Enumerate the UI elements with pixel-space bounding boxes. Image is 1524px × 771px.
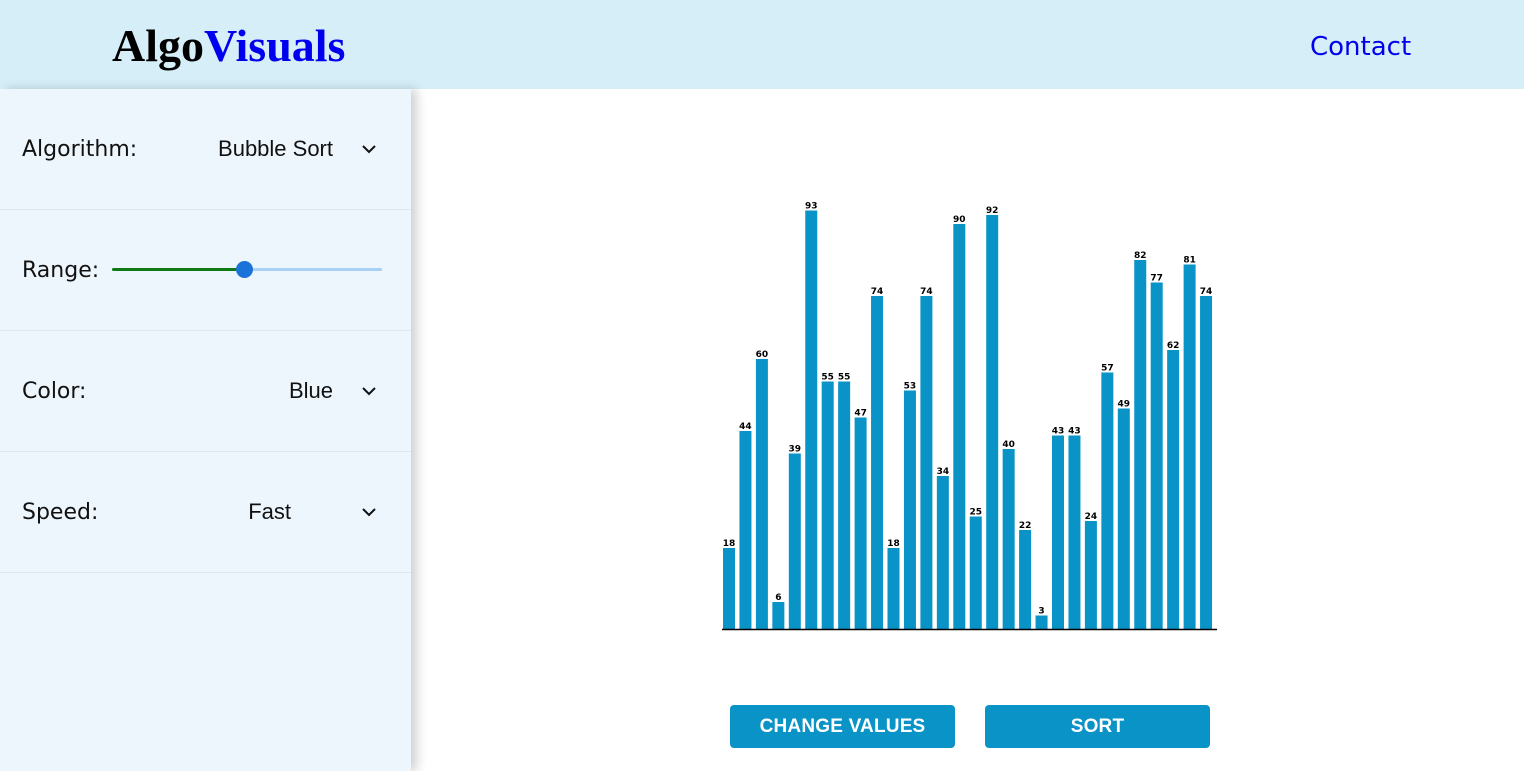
bar-10	[871, 296, 884, 629]
bar-value-label: 81	[1183, 256, 1196, 266]
change-values-button[interactable]: CHANGE VALUES	[730, 705, 955, 748]
bar-value-label: 74	[920, 287, 933, 297]
bar-16	[969, 516, 982, 629]
bar-value-label: 39	[789, 445, 802, 455]
bar-value-label: 82	[1134, 251, 1147, 261]
bar-12	[903, 390, 916, 629]
bar-27	[1150, 282, 1163, 629]
bar-value-label: 43	[1052, 427, 1065, 437]
bar-29	[1183, 264, 1196, 629]
bar-value-label: 74	[1200, 287, 1213, 297]
bar-value-label: 93	[805, 202, 818, 212]
bar-value-label: 22	[1019, 521, 1032, 531]
bar-11	[887, 548, 900, 629]
bar-value-label: 62	[1167, 341, 1180, 351]
bar-14	[936, 476, 949, 629]
bar-7	[821, 381, 834, 629]
bar-1	[723, 548, 735, 629]
bar-25	[1117, 408, 1130, 629]
bar-17	[986, 215, 999, 629]
bar-value-label: 3	[1038, 607, 1044, 617]
bar-3	[755, 359, 768, 629]
sort-button[interactable]: SORT	[985, 705, 1210, 748]
bar-value-label: 90	[953, 215, 966, 225]
bar-value-label: 24	[1085, 512, 1098, 522]
bar-value-label: 60	[756, 350, 769, 360]
bar-5	[788, 453, 801, 629]
bar-value-label: 55	[838, 373, 851, 383]
bar-18	[1002, 449, 1015, 629]
bar-value-label: 57	[1101, 364, 1114, 374]
bar-value-label: 44	[739, 422, 752, 432]
bar-30	[1200, 296, 1213, 629]
bar-13	[920, 296, 933, 629]
bar-4	[772, 602, 785, 629]
bar-value-label: 74	[871, 287, 884, 297]
bar-8	[838, 381, 851, 629]
bar-value-label: 18	[723, 539, 736, 549]
bar-21	[1052, 435, 1064, 629]
bar-9	[854, 417, 867, 629]
bar-15	[953, 224, 966, 629]
bar-24	[1101, 372, 1114, 629]
bar-28	[1167, 350, 1180, 629]
bar-26	[1134, 260, 1147, 629]
bar-value-label: 53	[904, 382, 917, 392]
bar-2	[739, 431, 752, 629]
bar-value-label: 47	[854, 409, 867, 419]
bar-value-label: 25	[969, 508, 982, 518]
bar-23	[1084, 521, 1097, 629]
bar-value-label: 77	[1150, 274, 1163, 284]
bar-value-label: 55	[821, 373, 834, 383]
bar-value-label: 34	[937, 467, 950, 477]
bar-value-label: 49	[1118, 400, 1131, 410]
bar-value-label: 6	[775, 593, 781, 603]
bar-value-label: 18	[887, 539, 900, 549]
bar-value-label: 40	[1002, 440, 1015, 450]
bar-20	[1035, 615, 1048, 629]
bar-6	[805, 210, 818, 629]
bar-value-label: 92	[986, 206, 999, 216]
bar-value-label: 43	[1068, 427, 1081, 437]
bar-chart: 18 44 60 6 39 93 55 55 47 74 18 53 74 34 90 25 92 40 22 3 43…	[722, 202, 1217, 631]
bar-22	[1068, 435, 1081, 629]
bar-19	[1019, 530, 1032, 629]
